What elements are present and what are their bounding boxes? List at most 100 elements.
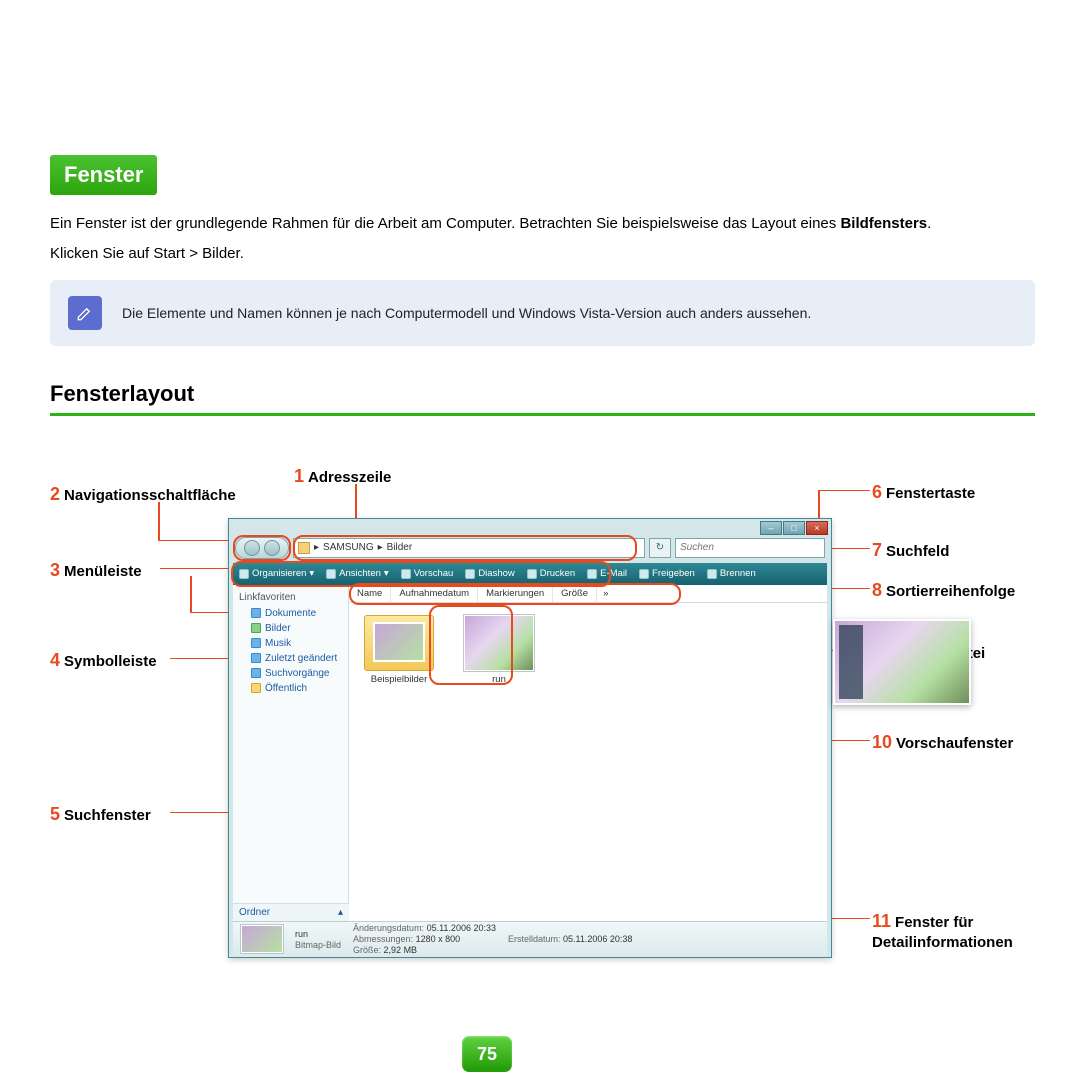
col-name[interactable]: Name: [349, 585, 391, 602]
details-dim-label: Abmessungen:: [353, 934, 413, 944]
nav-link-musik[interactable]: Musik: [233, 636, 348, 651]
search-input[interactable]: Suchen: [675, 538, 825, 558]
music-icon: [251, 638, 261, 648]
folder-item[interactable]: Beispielbilder: [361, 615, 437, 685]
share-icon: [639, 569, 649, 579]
document-icon: [251, 608, 261, 618]
details-created: 05.11.2006 20:38: [563, 934, 632, 944]
addr-seg1: SAMSUNG: [323, 542, 374, 553]
close-button[interactable]: ×: [806, 521, 828, 535]
details-thumbnail-icon: [241, 925, 283, 953]
gear-icon: [239, 569, 249, 579]
maximize-button[interactable]: □: [783, 521, 805, 535]
toolbar-item[interactable]: Freigeben: [639, 568, 695, 579]
pencil-note-icon: [68, 296, 102, 330]
callout-4: 4Symbolleiste: [50, 650, 157, 671]
callout-8: 8Sortierreihenfolge: [872, 580, 1015, 601]
toolbar-item[interactable]: Diashow: [465, 568, 514, 579]
instruction-bold: Start > Bilder: [153, 245, 239, 262]
col-date[interactable]: Aufnahmedatum: [391, 585, 478, 602]
details-size-label: Größe:: [353, 945, 381, 955]
instruction-post: .: [240, 245, 244, 262]
toolbar-item[interactable]: Vorschau: [401, 568, 454, 579]
callout-6: 6Fenstertaste: [872, 482, 975, 503]
addr-seg2: Bilder: [387, 542, 413, 553]
toolbar-item[interactable]: Organisieren ▾: [239, 568, 314, 579]
toolbar-item[interactable]: Brennen: [707, 568, 756, 579]
nav-back-forward[interactable]: [235, 537, 289, 559]
nav-link-bilder[interactable]: Bilder: [233, 621, 348, 636]
toolbar-item[interactable]: Drucken: [527, 568, 575, 579]
slideshow-icon: [465, 569, 475, 579]
nav-link-searches[interactable]: Suchvorgänge: [233, 666, 348, 681]
col-more[interactable]: »: [597, 588, 614, 599]
file-item[interactable]: run: [461, 615, 537, 685]
note-box: Die Elemente und Namen können je nach Co…: [50, 280, 1035, 346]
file-label: run: [492, 674, 506, 685]
intro-text-c: .: [927, 215, 931, 232]
addr-sep2: ▸: [378, 542, 383, 553]
image-thumbnail-icon: [464, 615, 534, 671]
folder-label: Beispielbilder: [371, 674, 428, 685]
toolbar-item[interactable]: Ansichten ▾: [326, 568, 389, 579]
column-headers: Name Aufnahmedatum Markierungen Größe »: [349, 585, 827, 603]
folders-tree-header[interactable]: Ordner▴: [233, 903, 349, 921]
page-number-badge: 75: [462, 1036, 512, 1072]
details-mod-label: Änderungsdatum:: [353, 923, 424, 933]
instruction-pre: Klicken Sie auf: [50, 245, 153, 262]
minimize-button[interactable]: –: [760, 521, 782, 535]
folder-thumbnail-icon: [364, 615, 434, 671]
preview-sidebar-icon: [839, 625, 863, 699]
window-body: Linkfavoriten Dokumente Bilder Musik Zul…: [233, 585, 827, 921]
window-control-buttons: – □ ×: [760, 521, 828, 535]
details-size: 2,92 MB: [384, 945, 418, 955]
intro-paragraph: Ein Fenster ist der grundlegende Rahmen …: [50, 213, 1035, 235]
preview-pane-image: [833, 619, 971, 705]
search-icon: [251, 668, 261, 678]
chevron-up-icon: ▴: [338, 907, 343, 918]
diagram-area: 1Adresszeile 2Navigationsschaltfläche 3M…: [50, 456, 1050, 996]
folder-icon: [298, 542, 310, 554]
section-header-badge: Fenster: [50, 155, 157, 195]
explorer-window: – □ × ▸ SAMSUNG ▸ Bilder ↻ Suchen Organi…: [228, 518, 832, 958]
details-filetype: Bitmap-Bild: [295, 940, 341, 950]
command-toolbar: Organisieren ▾ Ansichten ▾ Vorschau Dias…: [233, 563, 827, 585]
back-icon[interactable]: [244, 540, 260, 556]
nav-pane-heading: Linkfavoriten: [233, 589, 348, 606]
email-icon: [587, 569, 597, 579]
intro-text-a: Ein Fenster ist der grundlegende Rahmen …: [50, 215, 840, 232]
recent-icon: [251, 653, 261, 663]
nav-link-recent[interactable]: Zuletzt geändert: [233, 651, 348, 666]
col-size[interactable]: Größe: [553, 585, 597, 602]
addr-sep1: ▸: [314, 542, 319, 553]
print-icon: [527, 569, 537, 579]
refresh-button[interactable]: ↻: [649, 538, 671, 558]
callout-7: 7Suchfeld: [872, 540, 949, 561]
callout-11: 11Fenster fürDetailinformationen: [872, 910, 1052, 953]
toolbar-item[interactable]: E-Mail: [587, 568, 627, 579]
instruction-text: Klicken Sie auf Start > Bilder.: [50, 245, 1035, 262]
section-title: Fensterlayout: [50, 381, 1035, 416]
forward-icon[interactable]: [264, 540, 280, 556]
nav-link-public[interactable]: Öffentlich: [233, 681, 348, 696]
items-area: Beispielbilder run: [349, 603, 827, 697]
intro-text-bold: Bildfensters: [840, 215, 927, 232]
preview-icon: [401, 569, 411, 579]
details-pane: run Bitmap-Bild Änderungsdatum: 05.11.20…: [233, 921, 827, 957]
views-icon: [326, 569, 336, 579]
callout-5: 5Suchfenster: [50, 804, 151, 825]
public-folder-icon: [251, 683, 261, 693]
col-tags[interactable]: Markierungen: [478, 585, 553, 602]
callout-1: 1Adresszeile: [294, 466, 391, 487]
note-text: Die Elemente und Namen können je nach Co…: [122, 305, 811, 321]
address-bar[interactable]: ▸ SAMSUNG ▸ Bilder: [293, 538, 645, 558]
callout-3: 3Menüleiste: [50, 560, 142, 581]
callout-2: 2Navigationsschaltfläche: [50, 484, 236, 505]
content-pane: Name Aufnahmedatum Markierungen Größe » …: [349, 585, 827, 921]
nav-link-dokumente[interactable]: Dokumente: [233, 606, 348, 621]
details-filename: run: [295, 929, 341, 939]
pictures-icon: [251, 623, 261, 633]
details-mod: 05.11.2006 20:33: [427, 923, 496, 933]
callout-10: 10Vorschaufenster: [872, 732, 1013, 753]
details-dim: 1280 x 800: [416, 934, 461, 944]
